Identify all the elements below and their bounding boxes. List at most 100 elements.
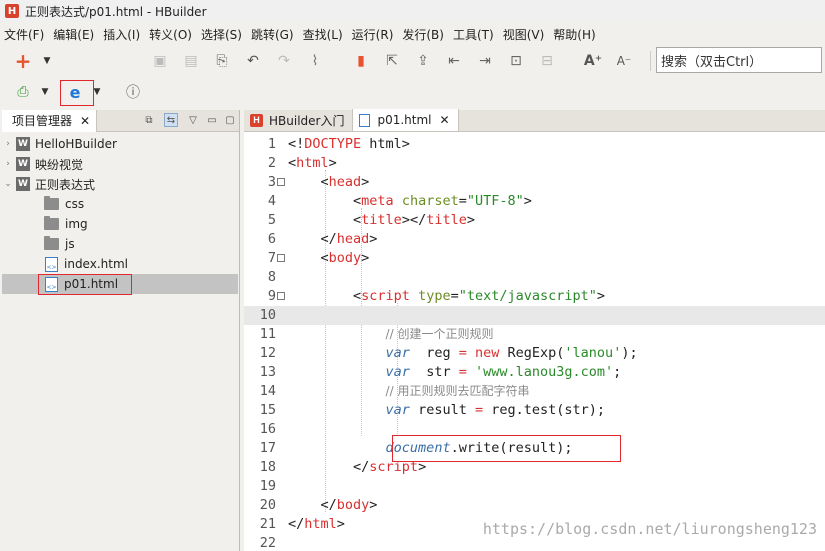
step-out-icon[interactable]: ⇥	[476, 52, 494, 70]
tree-item-img[interactable]: img	[2, 214, 238, 234]
fold-toggle-icon[interactable]	[277, 254, 285, 262]
tree-item-label: css	[65, 197, 85, 211]
step-in-icon[interactable]: ⇤	[445, 52, 463, 70]
main-toolbar: + ▼ ▣ ▤ ⎘ ↶ ↷ ⌇ ▮ ⇱ ⇪ ⇤ ⇥ ⊡ ⊟ A⁺ A⁻ 搜索（双…	[0, 46, 825, 76]
save-all-icon[interactable]: ▤	[182, 52, 200, 70]
font-increase-icon[interactable]: A⁺	[584, 52, 602, 70]
menu-run[interactable]: 运行(R)	[350, 26, 401, 43]
menu-bar: 文件(F) 编辑(E) 插入(I) 转义(O) 选择(S) 跳转(G) 查找(L…	[0, 24, 825, 44]
html-file-icon: <>	[45, 256, 58, 272]
collapse-all-icon[interactable]: ⧉	[142, 113, 156, 127]
fold-toggle-icon[interactable]	[277, 292, 285, 300]
view-menu-icon[interactable]: ▽	[186, 113, 200, 127]
tab-p01-html[interactable]: p01.html ✕	[353, 109, 459, 131]
code-line: 1 <!DOCTYPE html>	[267, 136, 410, 152]
title-bar: H 正则表达式/p01.html - HBuilder	[0, 0, 825, 22]
tree-item-label: js	[65, 237, 75, 251]
maximize-icon[interactable]: ▢	[223, 113, 237, 127]
tree-item-label: index.html	[64, 257, 128, 271]
browser-dropdown-icon[interactable]: ▼	[88, 83, 106, 101]
tree-item-index-html[interactable]: <> index.html	[2, 254, 238, 274]
menu-publish[interactable]: 发行(B)	[400, 26, 451, 43]
fold-toggle-icon[interactable]	[277, 178, 285, 186]
menu-tools[interactable]: 工具(T)	[451, 26, 501, 43]
code-line: 9 <script type="text/javascript">	[267, 288, 606, 304]
project-dropdown-icon[interactable]: ▼	[36, 83, 54, 101]
code-line: 12 var reg = new RegExp('lanou');	[259, 345, 638, 361]
code-line: 11 // 创建一个正则规则	[259, 326, 494, 342]
browser-preview-icon[interactable]: e	[66, 83, 84, 102]
export-icon[interactable]: ⇪	[414, 52, 432, 70]
close-icon[interactable]: ✕	[440, 113, 450, 127]
toolbar-divider	[650, 51, 651, 71]
font-decrease-icon[interactable]: A⁻	[615, 52, 633, 70]
code-line: 15 var result = reg.test(str);	[259, 402, 606, 418]
tab-hbuilder-intro[interactable]: H HBuilder入门	[244, 109, 354, 131]
new-plus-icon[interactable]: +	[14, 49, 32, 73]
editor-tab-label: p01.html	[377, 113, 432, 127]
code-area[interactable]: 1 <!DOCTYPE html> 2 <html> 3 <head> 4 <met…	[244, 132, 825, 551]
code-line: 20 </body>	[259, 497, 378, 513]
hbuilder-logo-icon: H	[5, 4, 19, 18]
code-line: 3 <head>	[267, 174, 370, 190]
menu-help[interactable]: 帮助(H)	[551, 26, 602, 43]
code-line: 7 <body>	[267, 250, 370, 266]
hbuilder-icon: H	[250, 113, 263, 127]
bookmark-icon[interactable]: ▮	[352, 52, 370, 70]
web-project-icon: W	[16, 157, 30, 171]
menu-file[interactable]: 文件(F)	[2, 26, 51, 43]
html-file-icon	[359, 113, 371, 127]
folder-icon	[44, 236, 59, 250]
menu-select[interactable]: 选择(S)	[199, 26, 249, 43]
tab-project-manager[interactable]: 项目管理器 ✕	[2, 109, 98, 132]
window-title: 正则表达式/p01.html - HBuilder	[25, 4, 207, 19]
web-project-icon: W	[16, 177, 30, 191]
redo-icon[interactable]: ↷	[275, 52, 293, 70]
new-project-icon[interactable]: ⎙	[14, 83, 32, 101]
link-editor-icon[interactable]: ⇆	[164, 113, 178, 127]
undo-icon[interactable]: ↶	[244, 52, 262, 70]
search-input[interactable]: 搜索（双击Ctrl）	[656, 47, 822, 73]
chevron-right-icon[interactable]: ›	[2, 159, 14, 169]
folder-icon	[44, 196, 59, 210]
tree-item-label: img	[65, 217, 88, 231]
panel-tab-label: 项目管理器	[12, 114, 73, 128]
uncomment-icon[interactable]: ⊟	[538, 52, 556, 70]
document-write-highlight	[392, 435, 621, 462]
menu-goto[interactable]: 跳转(G)	[249, 26, 301, 43]
chevron-down-icon[interactable]: ⌄	[2, 179, 14, 189]
code-line: 4 <meta charset="UTF-8">	[267, 193, 532, 209]
tree-item-label: HelloHBuilder	[35, 137, 117, 151]
format-icon[interactable]: ⌇	[306, 52, 324, 70]
info-icon[interactable]: ⓘ	[124, 83, 142, 101]
menu-escape[interactable]: 转义(O)	[147, 26, 199, 43]
code-line: 6 </head>	[267, 231, 378, 247]
code-line-current: 10	[244, 306, 825, 325]
revert-icon[interactable]: ⎘	[213, 52, 231, 70]
save-icon[interactable]: ▣	[151, 52, 169, 70]
tree-item-css[interactable]: css	[2, 194, 238, 214]
goto-definition-icon[interactable]: ⇱	[383, 52, 401, 70]
code-editor: H HBuilder入门 p01.html ✕ 1 <!DOCTYPE html>…	[244, 109, 825, 551]
chevron-right-icon[interactable]: ›	[2, 139, 14, 149]
close-icon[interactable]: ✕	[80, 114, 90, 128]
menu-edit[interactable]: 编辑(E)	[51, 26, 101, 43]
tree-item-label: 正则表达式	[35, 177, 96, 192]
comment-icon[interactable]: ⊡	[507, 52, 525, 70]
project-manager-panel: 项目管理器 ✕ ⧉ ⇆ ▽ ▭ ▢ › W HelloHBuilder › W …	[2, 109, 240, 551]
web-project-icon: W	[16, 137, 30, 151]
secondary-toolbar: ⎙ ▼ e ▼ ⓘ	[0, 78, 825, 108]
menu-find[interactable]: 查找(L)	[301, 26, 350, 43]
tree-item-js[interactable]: js	[2, 234, 238, 254]
editor-tab-bar: H HBuilder入门 p01.html ✕	[244, 109, 825, 132]
new-dropdown-icon[interactable]: ▼	[38, 52, 56, 70]
minimize-icon[interactable]: ▭	[205, 113, 219, 127]
tree-item-hellohbuilder[interactable]: › W HelloHBuilder	[2, 134, 238, 154]
menu-insert[interactable]: 插入(I)	[101, 26, 147, 43]
tree-item-regex-project[interactable]: ⌄ W 正则表达式	[2, 174, 238, 194]
selected-file-highlight	[38, 274, 132, 295]
menu-view[interactable]: 视图(V)	[501, 26, 552, 43]
code-line: 8	[267, 269, 276, 285]
tree-item-yingfen[interactable]: › W 映纷视觉	[2, 154, 238, 174]
folder-icon	[44, 216, 59, 230]
